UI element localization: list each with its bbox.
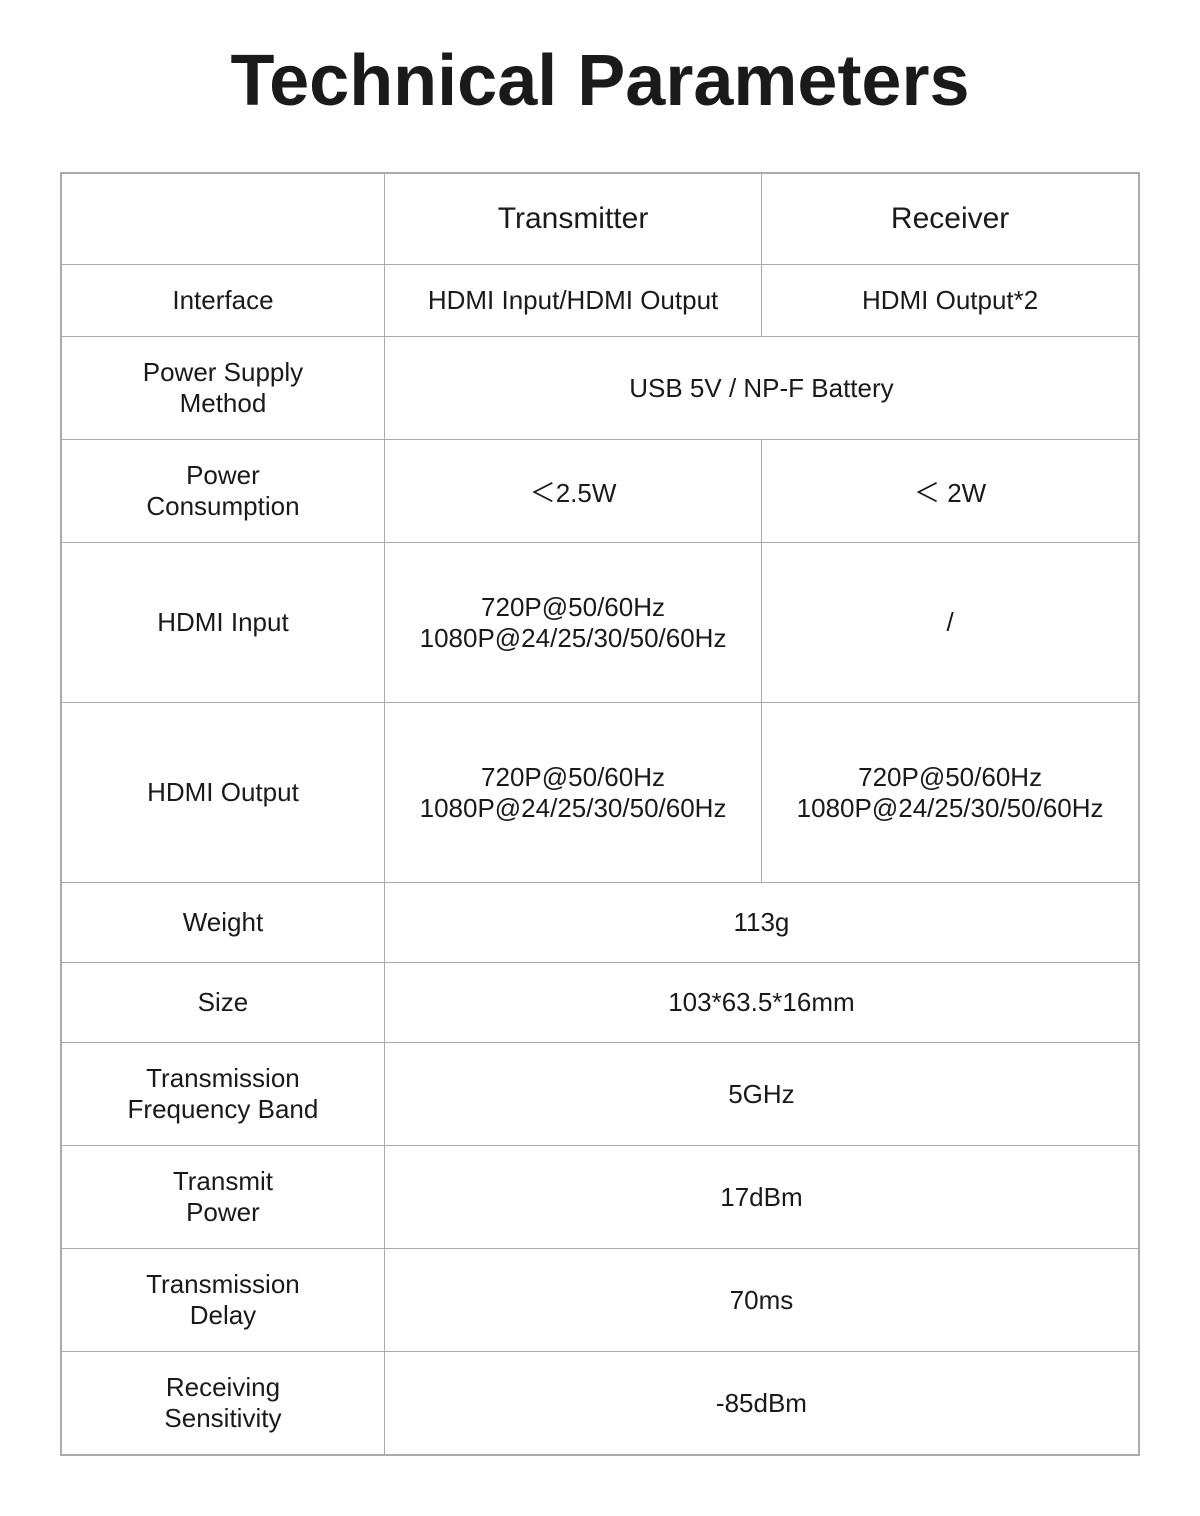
weight-label: Weight	[61, 883, 384, 963]
transmission-frequency-value: 5GHz	[384, 1043, 1139, 1146]
table-row-transmission-frequency: Transmission Frequency Band5GHz	[61, 1043, 1139, 1146]
receiving-sensitivity-label: Receiving Sensitivity	[61, 1352, 384, 1456]
table-row-size: Size103*63.5*16mm	[61, 963, 1139, 1043]
power-consumption-transmitter: ＜2.5W	[384, 440, 761, 543]
power-consumption-label: Power Consumption	[61, 440, 384, 543]
transmit-power-value: 17dBm	[384, 1146, 1139, 1249]
table-row-transmit-power: Transmit Power17dBm	[61, 1146, 1139, 1249]
header-col-receiver: Receiver	[762, 173, 1139, 265]
power-consumption-receiver: ＜ 2W	[762, 440, 1139, 543]
table-row-receiving-sensitivity: Receiving Sensitivity-85dBm	[61, 1352, 1139, 1456]
interface-receiver: HDMI Output*2	[762, 265, 1139, 337]
table-row-interface: InterfaceHDMI Input/HDMI OutputHDMI Outp…	[61, 265, 1139, 337]
transmission-frequency-label: Transmission Frequency Band	[61, 1043, 384, 1146]
hdmi-output-receiver: 720P@50/60Hz 1080P@24/25/30/50/60Hz	[762, 703, 1139, 883]
size-value: 103*63.5*16mm	[384, 963, 1139, 1043]
interface-label: Interface	[61, 265, 384, 337]
transmit-power-label: Transmit Power	[61, 1146, 384, 1249]
table-row-weight: Weight113g	[61, 883, 1139, 963]
header-col-transmitter: Transmitter	[384, 173, 761, 265]
table-row-power-consumption: Power Consumption＜2.5W＜ 2W	[61, 440, 1139, 543]
hdmi-output-label: HDMI Output	[61, 703, 384, 883]
table-row-power-supply: Power Supply MethodUSB 5V / NP-F Battery	[61, 337, 1139, 440]
table-row-transmission-delay: Transmission Delay70ms	[61, 1249, 1139, 1352]
hdmi-input-label: HDMI Input	[61, 543, 384, 703]
table-row-hdmi-input: HDMI Input720P@50/60Hz 1080P@24/25/30/50…	[61, 543, 1139, 703]
power-supply-value: USB 5V / NP-F Battery	[384, 337, 1139, 440]
hdmi-input-transmitter: 720P@50/60Hz 1080P@24/25/30/50/60Hz	[384, 543, 761, 703]
parameters-table: Transmitter Receiver InterfaceHDMI Input…	[60, 172, 1140, 1456]
receiving-sensitivity-value: -85dBm	[384, 1352, 1139, 1456]
power-supply-label: Power Supply Method	[61, 337, 384, 440]
weight-value: 113g	[384, 883, 1139, 963]
hdmi-input-receiver: /	[762, 543, 1139, 703]
transmission-delay-value: 70ms	[384, 1249, 1139, 1352]
page-title: Technical Parameters	[230, 40, 969, 122]
hdmi-output-transmitter: 720P@50/60Hz 1080P@24/25/30/50/60Hz	[384, 703, 761, 883]
interface-transmitter: HDMI Input/HDMI Output	[384, 265, 761, 337]
transmission-delay-label: Transmission Delay	[61, 1249, 384, 1352]
size-label: Size	[61, 963, 384, 1043]
table-row-hdmi-output: HDMI Output720P@50/60Hz 1080P@24/25/30/5…	[61, 703, 1139, 883]
table-header-row: Transmitter Receiver	[61, 173, 1139, 265]
header-col-label	[61, 173, 384, 265]
